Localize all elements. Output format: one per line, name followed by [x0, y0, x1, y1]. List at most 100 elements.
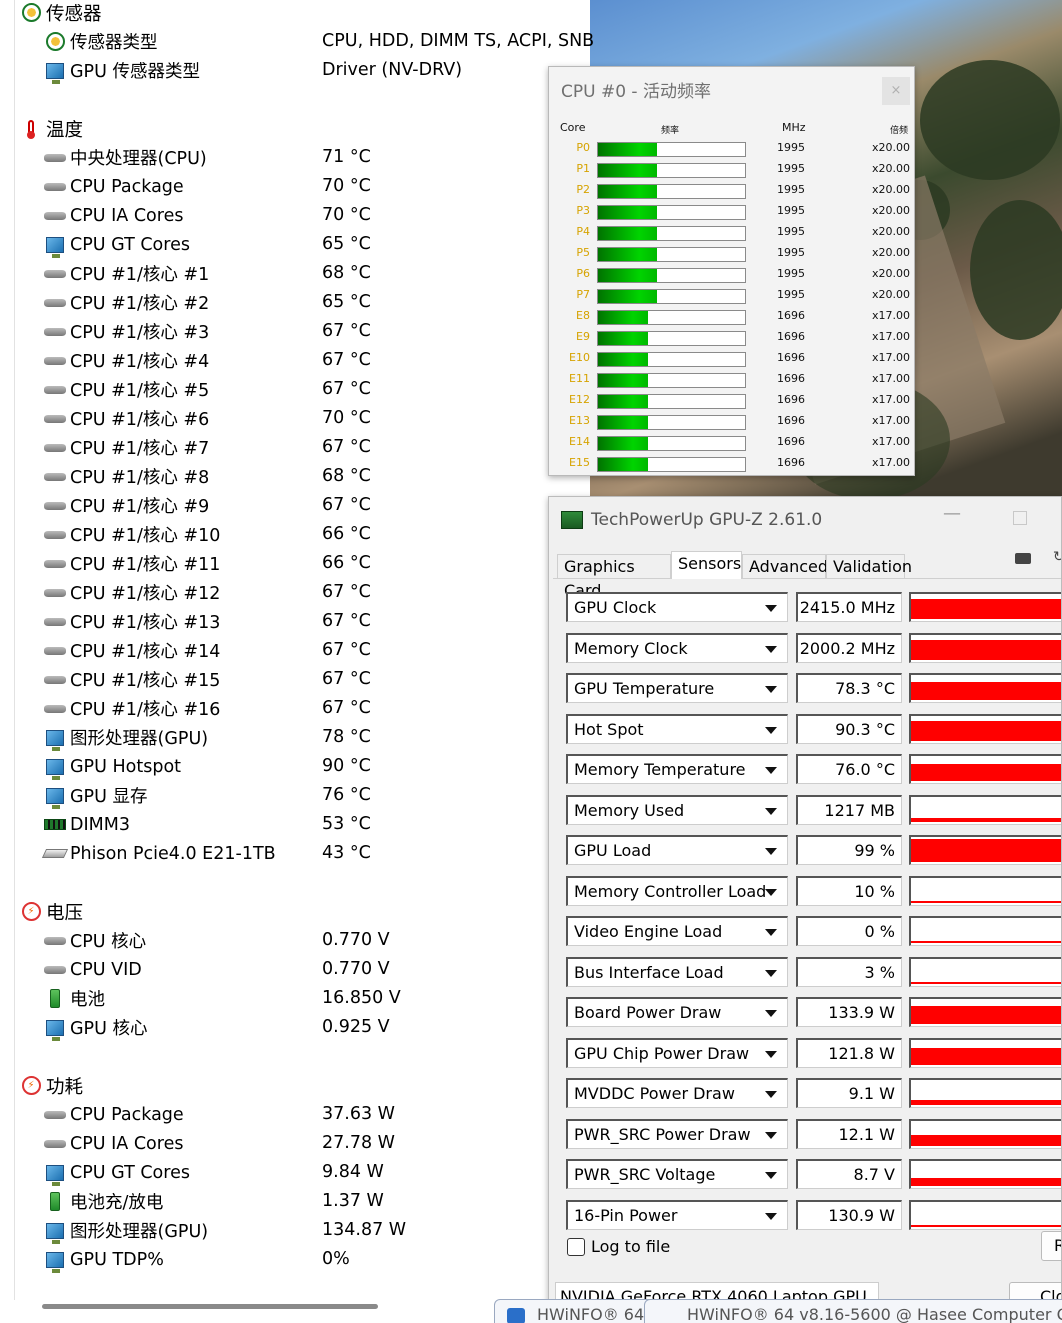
sensor-row[interactable]: Phison Pcie4.0 E21-1TB — [41, 839, 276, 868]
sensor-group-header[interactable]: 温度 — [20, 114, 83, 143]
sensor-row[interactable]: CPU Package — [44, 1100, 184, 1129]
frequency-bar-fill — [598, 164, 657, 177]
sensor-label: GPU Hotspot — [70, 756, 182, 777]
sensor-row[interactable]: CPU #1/核心 #14 — [44, 636, 220, 665]
sensor-name-dropdown[interactable]: GPU Clock — [566, 592, 788, 622]
sensor-label: CPU #1/核心 #3 — [70, 323, 210, 343]
sensor-row[interactable]: CPU #1/核心 #3 — [44, 317, 209, 346]
sensor-name-dropdown[interactable]: Memory Clock — [566, 632, 788, 663]
refresh-icon[interactable]: ↻ — [1053, 549, 1061, 565]
core-row: E15 1696 x17.00 — [549, 456, 916, 477]
sensor-name-dropdown[interactable]: PWR_SRC Voltage — [566, 1159, 788, 1189]
sensor-row[interactable]: 中央处理器(CPU) — [44, 143, 207, 172]
sensor-row[interactable]: CPU #1/核心 #8 — [44, 462, 209, 491]
sensor-row[interactable]: 图形处理器(GPU) — [44, 723, 208, 752]
sensor-row[interactable]: CPU #1/核心 #7 — [44, 433, 209, 462]
taskbar-tab-hwinfo-main[interactable]: HWiNFO® 64 v8.16-5600 @ Hasee Computer O… — [644, 1299, 1062, 1323]
sensor-row[interactable]: 电池充/放电 — [44, 1187, 163, 1216]
sensor-row[interactable]: CPU Package — [44, 172, 184, 201]
sensor-label: CPU #1/核心 #10 — [70, 526, 221, 546]
sensor-name-dropdown[interactable]: Video Engine Load — [566, 916, 788, 946]
sensor-row[interactable]: CPU #1/核心 #4 — [44, 346, 209, 375]
sensor-row[interactable]: DIMM3 — [44, 810, 130, 839]
sensor-row[interactable]: GPU 核心 — [44, 1013, 148, 1042]
sensor-row[interactable]: CPU VID — [44, 955, 142, 984]
sensor-graph — [909, 632, 1061, 663]
chip-icon — [44, 177, 66, 197]
sensor-row: Memory Clock 2000.2 MHz — [549, 632, 1061, 663]
sensor-row[interactable]: GPU TDP% — [44, 1245, 164, 1274]
sensor-row: Memory Used 1217 MB — [549, 794, 1061, 825]
sensor-row[interactable]: GPU Hotspot — [44, 752, 181, 781]
sensor-row: GPU Clock 2415.0 MHz — [549, 592, 1061, 622]
sensor-name-dropdown[interactable]: GPU Temperature — [566, 673, 788, 703]
sensor-group-header[interactable]: ⚡ 电压 — [20, 897, 83, 926]
sensor-label: 图形处理器(GPU) — [70, 729, 209, 749]
sensor-row[interactable]: GPU 传感器类型 — [44, 56, 200, 85]
sensor-name-dropdown[interactable]: MVDDC Power Draw — [566, 1078, 788, 1108]
close-button[interactable]: × — [882, 77, 910, 105]
sensor-value: 3 % — [796, 956, 902, 987]
sensor-group-header[interactable]: 传感器 — [20, 0, 102, 27]
tab-validation[interactable]: Validation — [826, 554, 912, 579]
tab-advanced[interactable]: Advanced — [742, 554, 828, 579]
sensor-row[interactable]: 电池 — [44, 984, 105, 1013]
sensor-row[interactable]: 传感器类型 — [44, 27, 158, 56]
core-mhz: 1696 — [777, 456, 805, 469]
log-to-file-checkbox[interactable] — [567, 1238, 585, 1256]
sensor-row[interactable]: CPU #1/核心 #2 — [44, 288, 209, 317]
sensor-row[interactable]: GPU 显存 — [44, 781, 148, 810]
reset-button[interactable]: R — [1041, 1231, 1061, 1261]
sensor-group-header[interactable]: ⚡ 功耗 — [20, 1071, 83, 1100]
frequency-bar-fill — [598, 311, 648, 324]
sensor-row[interactable]: CPU #1/核心 #6 — [44, 404, 209, 433]
sensor-row[interactable]: CPU 核心 — [44, 926, 146, 955]
sensor-graph — [909, 1118, 1061, 1149]
sensor-row[interactable]: CPU #1/核心 #5 — [44, 375, 209, 404]
sensor-row[interactable]: CPU #1/核心 #13 — [44, 607, 220, 636]
sensor-value: 70 °C — [322, 205, 371, 225]
sensor-name-dropdown[interactable]: 16-Pin Power — [566, 1199, 788, 1230]
taskbar-tab-hwinfo[interactable]: HWiNFO® 64 — [494, 1299, 654, 1323]
sensor-name-dropdown[interactable]: Memory Temperature — [566, 754, 788, 784]
title-bar[interactable]: TechPowerUp GPU-Z 2.61.0 — — [549, 497, 1061, 543]
sensor-row[interactable]: CPU IA Cores — [44, 1129, 183, 1158]
battery-icon — [44, 1192, 66, 1212]
sensor-row[interactable]: CPU #1/核心 #1 — [44, 259, 209, 288]
core-name: P2 — [576, 183, 590, 196]
sensor-value: 67 °C — [322, 611, 371, 631]
sensor-name-dropdown[interactable]: PWR_SRC Power Draw — [566, 1118, 788, 1149]
minimize-button[interactable]: — — [943, 503, 961, 524]
sensor-name-dropdown[interactable]: Board Power Draw — [566, 997, 788, 1027]
sensor-value: 133.9 W — [796, 997, 902, 1027]
sensor-name-dropdown[interactable]: Memory Controller Load — [566, 875, 788, 906]
sensor-name-dropdown[interactable]: GPU Load — [566, 835, 788, 865]
camera-icon[interactable] — [1015, 553, 1031, 564]
sensor-name: GPU Clock — [574, 598, 657, 617]
sensor-row[interactable]: CPU GT Cores — [44, 1158, 190, 1187]
sensor-value: 68 °C — [322, 466, 371, 486]
sensor-row: GPU Temperature 78.3 °C — [549, 673, 1061, 703]
tab-sensors[interactable]: Sensors — [671, 551, 742, 579]
sensor-name-dropdown[interactable]: Bus Interface Load — [566, 956, 788, 987]
sensor-name-dropdown[interactable]: Hot Spot — [566, 713, 788, 744]
horizontal-scrollbar[interactable] — [42, 1304, 378, 1309]
sensor-row[interactable]: CPU GT Cores — [44, 230, 190, 259]
sensor-row[interactable]: CPU #1/核心 #12 — [44, 578, 220, 607]
sensor-row[interactable]: 图形处理器(GPU) — [44, 1216, 208, 1245]
sensor-row[interactable]: CPU #1/核心 #10 — [44, 520, 220, 549]
sensor-row[interactable]: CPU #1/核心 #16 — [44, 694, 220, 723]
sensor-row[interactable]: CPU IA Cores — [44, 201, 183, 230]
sensor-name: Memory Temperature — [574, 760, 746, 779]
sensor-row[interactable]: CPU #1/核心 #15 — [44, 665, 220, 694]
sensor-row[interactable]: CPU #1/核心 #11 — [44, 549, 220, 578]
tab-graphics-card[interactable]: Graphics Card — [557, 554, 671, 600]
sensor-row[interactable]: CPU #1/核心 #9 — [44, 491, 209, 520]
frequency-bar — [597, 184, 746, 199]
sensor-name-dropdown[interactable]: GPU Chip Power Draw — [566, 1037, 788, 1068]
sensor-name-dropdown[interactable]: Memory Used — [566, 794, 788, 825]
core-mhz: 1995 — [777, 288, 805, 301]
maximize-button[interactable] — [1013, 511, 1027, 525]
sensor-value: 67 °C — [322, 640, 371, 660]
dropdown-arrow-icon — [765, 888, 777, 896]
